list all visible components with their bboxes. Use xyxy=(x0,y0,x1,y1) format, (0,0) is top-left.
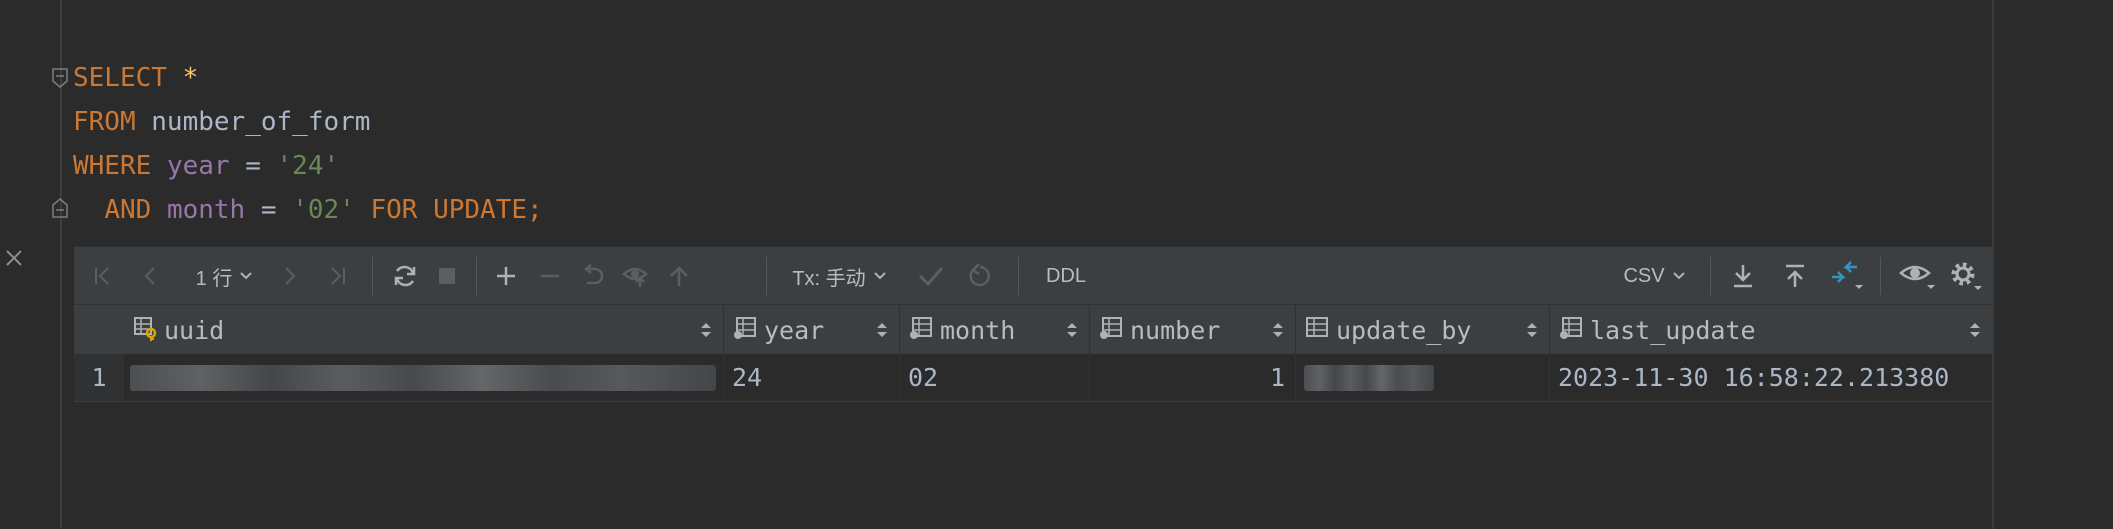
cell-year[interactable]: 24 xyxy=(724,354,900,401)
column-icon xyxy=(1558,315,1584,345)
column-label-uuid: uuid xyxy=(164,315,225,345)
keyword-for-update: FOR UPDATE; xyxy=(370,195,543,225)
compare-icon[interactable] xyxy=(1826,259,1866,293)
revert-icon[interactable] xyxy=(576,259,608,293)
column-icon xyxy=(732,315,758,345)
toolbar-separator xyxy=(372,257,373,295)
cell-uuid[interactable] xyxy=(124,354,724,401)
select-star: * xyxy=(182,63,199,93)
column-header-number[interactable]: number xyxy=(1090,305,1296,355)
operator-equals: = xyxy=(260,195,277,225)
column-icon xyxy=(1304,315,1330,345)
row-number: 1 xyxy=(74,354,124,401)
column-icon xyxy=(1098,315,1124,345)
transaction-mode-dropdown[interactable]: Tx: 手动 xyxy=(790,259,890,293)
column-month-ref: month xyxy=(166,195,246,225)
add-row-icon[interactable] xyxy=(490,259,522,293)
keyword-where: WHERE xyxy=(73,151,152,181)
column-label-month: month xyxy=(940,315,1016,345)
first-page-icon[interactable] xyxy=(88,259,118,293)
cell-number[interactable]: 1 xyxy=(1090,354,1296,401)
fold-start-icon[interactable] xyxy=(52,68,68,88)
cell-last-update[interactable]: 2023-11-30 16:58:22.213380 xyxy=(1550,354,1992,401)
column-header-year[interactable]: year xyxy=(724,305,900,355)
toolbar-separator xyxy=(1710,257,1711,295)
sort-icon[interactable] xyxy=(1525,320,1539,340)
cell-month[interactable]: 02 xyxy=(900,354,1090,401)
table-row[interactable]: 1 24 02 1 2023-11-30 16:58:22.213380 xyxy=(74,354,1992,402)
download-icon[interactable] xyxy=(1726,259,1760,293)
column-header-update-by[interactable]: update_by xyxy=(1296,305,1550,355)
previous-page-icon[interactable] xyxy=(136,259,166,293)
redacted-value xyxy=(130,364,716,391)
code-line-3[interactable]: WHERE year = '24' xyxy=(73,144,339,188)
fold-end-icon[interactable] xyxy=(52,198,68,218)
keyword-select: SELECT xyxy=(73,63,167,93)
right-pane xyxy=(1994,0,2113,529)
cell-update-by[interactable] xyxy=(1296,354,1550,401)
export-format-label: CSV xyxy=(1623,264,1665,287)
column-header-uuid[interactable]: uuid xyxy=(124,305,724,355)
toolbar-separator xyxy=(766,257,767,295)
last-page-icon[interactable] xyxy=(322,259,352,293)
string-year: '24' xyxy=(276,151,340,181)
toolbar-separator xyxy=(1018,257,1019,295)
next-page-icon[interactable] xyxy=(274,259,304,293)
close-results-icon[interactable] xyxy=(2,246,26,270)
code-line-4[interactable]: AND month = '02' FOR UPDATE; xyxy=(73,188,543,232)
column-label-number: number xyxy=(1130,315,1221,345)
primary-key-column-icon xyxy=(132,315,158,345)
page-size-dropdown[interactable]: 1 行 xyxy=(188,259,262,293)
ddl-label: DDL xyxy=(1045,264,1086,287)
commit-icon[interactable] xyxy=(914,259,948,293)
sort-icon[interactable] xyxy=(1271,320,1285,340)
table-name: number_of_form xyxy=(151,107,371,137)
chevron-down-icon xyxy=(240,272,253,280)
delete-row-icon[interactable] xyxy=(534,259,566,293)
rollback-icon[interactable] xyxy=(964,259,996,293)
column-label-update-by: update_by xyxy=(1336,315,1472,345)
column-icon xyxy=(908,315,934,345)
sort-icon[interactable] xyxy=(699,320,713,340)
toolbar-separator xyxy=(476,257,477,295)
toolbar-separator xyxy=(1880,257,1881,295)
export-format-dropdown[interactable]: CSV xyxy=(1620,259,1690,293)
chevron-down-icon xyxy=(873,272,886,280)
ddl-button[interactable]: DDL xyxy=(1036,259,1096,293)
sort-icon[interactable] xyxy=(1968,320,1982,340)
view-icon[interactable] xyxy=(1896,259,1940,293)
results-toolbar: 1 行 Tx: 手动 DDL CSV xyxy=(74,246,1992,305)
results-panel: 1 行 Tx: 手动 DDL CSV uuid year month numbe… xyxy=(74,246,1992,402)
sort-icon[interactable] xyxy=(875,320,889,340)
refresh-icon[interactable] xyxy=(388,259,422,293)
sort-icon[interactable] xyxy=(1065,320,1079,340)
column-header-month[interactable]: month xyxy=(900,305,1090,355)
page-size-label: 1 行 xyxy=(195,267,233,290)
keyword-and: AND xyxy=(104,195,152,225)
string-month: '02' xyxy=(292,195,355,225)
row-number-header xyxy=(74,305,124,355)
upload-icon[interactable] xyxy=(1778,259,1812,293)
code-line-1[interactable]: SELECT * xyxy=(73,56,198,100)
grid-header: uuid year month number update_by last_up… xyxy=(74,304,1992,356)
redacted-value xyxy=(1304,364,1434,391)
settings-gear-icon[interactable] xyxy=(1944,259,1988,293)
chevron-down-icon xyxy=(1672,272,1685,280)
column-header-last-update[interactable]: last_update xyxy=(1550,305,1992,355)
column-label-year: year xyxy=(764,315,825,345)
preview-changes-icon[interactable] xyxy=(620,259,652,293)
column-year-ref: year xyxy=(166,151,230,181)
transaction-mode-label: Tx: 手动 xyxy=(792,267,866,290)
code-line-2[interactable]: FROM number_of_form xyxy=(73,100,370,144)
submit-icon[interactable] xyxy=(664,259,694,293)
column-label-last-update: last_update xyxy=(1590,315,1756,345)
operator-equals: = xyxy=(245,151,261,181)
keyword-from: FROM xyxy=(73,107,136,137)
stop-icon[interactable] xyxy=(432,259,462,293)
